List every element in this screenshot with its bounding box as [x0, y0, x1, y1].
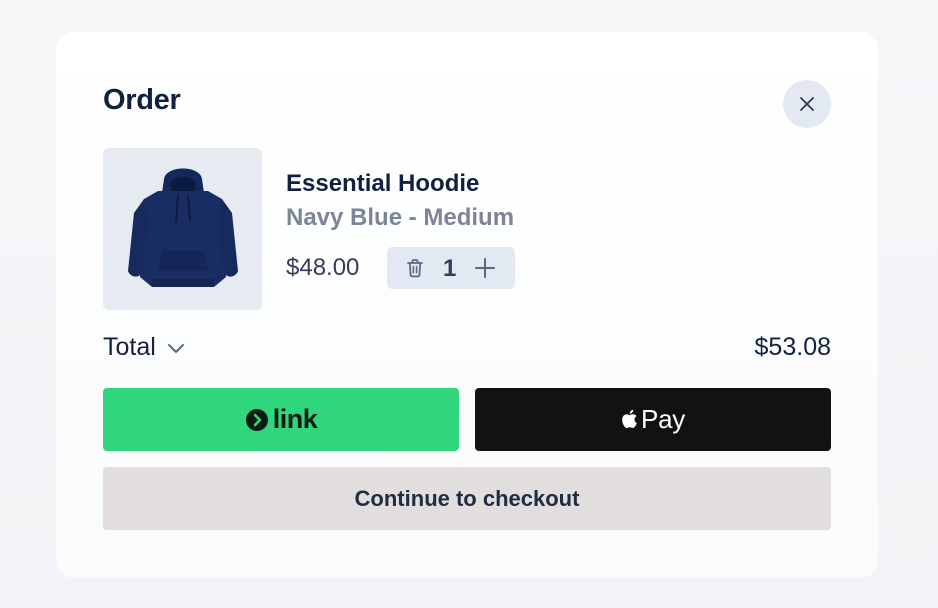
- plus-icon[interactable]: [472, 255, 498, 281]
- product-image: [103, 148, 262, 310]
- hoodie-image: [127, 168, 238, 287]
- trash-icon[interactable]: [403, 256, 427, 280]
- product-price: $48.00: [286, 254, 360, 281]
- quantity-stepper: 1: [387, 247, 515, 289]
- quantity-value: 1: [443, 255, 457, 282]
- link-pay-button[interactable]: link: [103, 388, 459, 451]
- checkout-label: Continue to checkout: [354, 485, 580, 511]
- product-name: Essential Hoodie: [286, 170, 480, 197]
- close-button[interactable]: [783, 80, 831, 128]
- order-title: Order: [103, 84, 181, 116]
- total-row: Total $53.08: [103, 333, 831, 367]
- apple-pay-label: Pay: [641, 404, 685, 434]
- continue-to-checkout-button[interactable]: Continue to checkout: [103, 467, 831, 530]
- apple-pay-button[interactable]: Pay: [475, 388, 831, 451]
- apple-logo-icon: [622, 409, 637, 428]
- link-label: link: [272, 404, 318, 434]
- close-icon: [800, 97, 814, 111]
- total-toggle[interactable]: Total: [103, 333, 186, 362]
- product-variant: Navy Blue - Medium: [286, 204, 515, 231]
- link-logo-icon: [245, 408, 268, 431]
- chevron-down-icon: [167, 343, 184, 353]
- order-card: Order Essential Hoodie Navy Blue - Mediu…: [56, 32, 878, 578]
- total-amount: $53.08: [754, 333, 831, 361]
- total-label: Total: [103, 333, 156, 361]
